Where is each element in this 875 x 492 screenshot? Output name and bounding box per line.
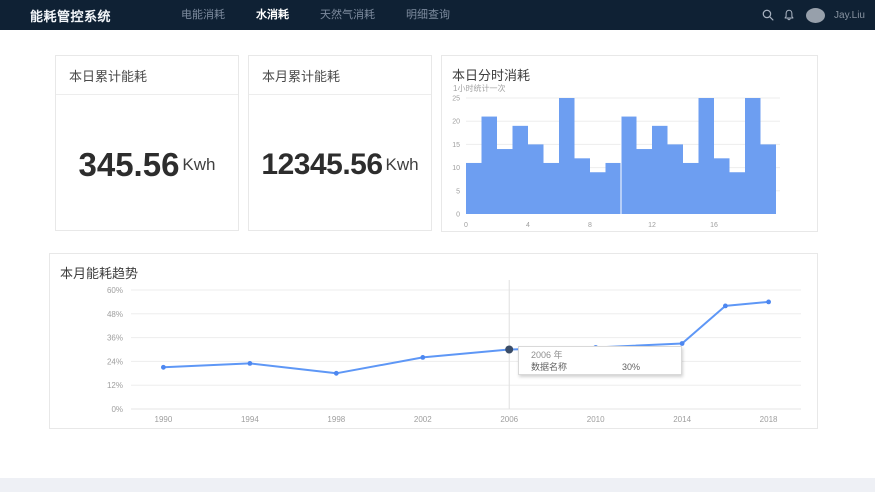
top-navbar: 能耗管控系统 电能消耗 水消耗 天然气消耗 明细查询 Jay.Liu xyxy=(0,0,875,30)
month-energy-unit: Kwh xyxy=(386,155,419,175)
nav-item-detail-query[interactable]: 明细查询 xyxy=(406,0,450,30)
data-point[interactable] xyxy=(420,355,425,360)
axis-label: 0 xyxy=(456,212,460,219)
main-nav: 电能消耗 水消耗 天然气消耗 明细查询 xyxy=(181,0,450,30)
axis-label: 15 xyxy=(452,142,460,149)
axis-label: 1994 xyxy=(241,415,259,424)
bar[interactable] xyxy=(513,126,529,214)
axis-label: 0% xyxy=(111,405,123,414)
bar[interactable] xyxy=(590,172,606,214)
tooltip-series-name: 数据名称 xyxy=(531,361,622,373)
axis-label: 2006 xyxy=(500,415,518,424)
month-energy-card-title: 本月累计能耗 xyxy=(249,56,431,95)
bar[interactable] xyxy=(621,117,637,214)
hourly-consumption-card: 本日分时消耗 1小时统计一次 05101520250481216 xyxy=(441,55,818,232)
data-point[interactable] xyxy=(334,371,339,376)
bar[interactable] xyxy=(482,117,498,214)
axis-label: 2010 xyxy=(587,415,605,424)
bar[interactable] xyxy=(466,163,482,214)
axis-label: 2018 xyxy=(760,415,778,424)
bar[interactable] xyxy=(497,149,513,214)
bar[interactable] xyxy=(637,149,653,214)
today-energy-card-title: 本日累计能耗 xyxy=(56,56,238,95)
axis-label: 12 xyxy=(648,222,656,229)
axis-label: 24% xyxy=(107,357,123,366)
today-energy-card: 本日累计能耗 345.56 Kwh xyxy=(55,55,239,231)
axis-label: 16 xyxy=(710,222,718,229)
search-icon[interactable] xyxy=(761,8,775,22)
axis-label: 60% xyxy=(107,286,123,295)
bar[interactable] xyxy=(730,172,746,214)
nav-item-water[interactable]: 水消耗 xyxy=(256,0,289,30)
avatar[interactable] xyxy=(806,8,825,23)
bar[interactable] xyxy=(544,163,560,214)
nav-item-gas[interactable]: 天然气消耗 xyxy=(320,0,375,30)
username: Jay.Liu xyxy=(834,10,865,21)
data-point[interactable] xyxy=(161,365,166,370)
axis-label: 1990 xyxy=(155,415,173,424)
bar[interactable] xyxy=(699,98,715,214)
axis-label: 4 xyxy=(526,222,530,229)
app-title: 能耗管控系统 xyxy=(30,6,111,25)
today-energy-value-wrap: 345.56 Kwh xyxy=(56,95,238,234)
month-energy-value-wrap: 12345.56 Kwh xyxy=(249,95,431,234)
hourly-bar-chart[interactable]: 0 5 10 15 20 25 0 4 8 12 16 xyxy=(442,56,817,231)
today-energy-value: 345.56 xyxy=(78,146,179,184)
bar[interactable] xyxy=(761,144,777,214)
bar[interactable] xyxy=(559,98,575,214)
axis-label: 12% xyxy=(107,381,123,390)
data-point-highlighted[interactable] xyxy=(505,346,513,354)
monthly-trend-chart[interactable]: 0% 12% 24% 36% 48% 60% 1990 1994 1998 2002 2006 201… xyxy=(50,254,817,428)
tooltip-year: 2006 年 xyxy=(531,350,681,361)
data-point[interactable] xyxy=(248,361,253,366)
bar[interactable] xyxy=(714,158,730,214)
bell-icon[interactable] xyxy=(782,8,796,22)
axis-label: 48% xyxy=(107,310,123,319)
nav-item-electricity[interactable]: 电能消耗 xyxy=(181,0,225,30)
bar[interactable] xyxy=(668,144,684,214)
chart-tooltip: 2006 年 数据名称 30% xyxy=(518,346,682,375)
axis-label: 0 xyxy=(464,222,468,229)
tooltip-value: 30% xyxy=(622,361,640,373)
axis-label: 2014 xyxy=(673,415,691,424)
month-energy-card: 本月累计能耗 12345.56 Kwh xyxy=(248,55,432,231)
dashboard: 本日累计能耗 345.56 Kwh 本月累计能耗 12345.56 Kwh 本日… xyxy=(0,30,875,478)
month-energy-value: 12345.56 xyxy=(261,148,382,182)
bar[interactable] xyxy=(575,158,591,214)
axis-label: 10 xyxy=(452,165,460,172)
axis-label: 20 xyxy=(452,119,460,126)
data-point[interactable] xyxy=(766,300,771,305)
bar[interactable] xyxy=(606,163,622,214)
axis-label: 8 xyxy=(588,222,592,229)
data-point[interactable] xyxy=(723,304,728,309)
bar[interactable] xyxy=(528,144,544,214)
today-energy-unit: Kwh xyxy=(182,155,215,175)
bar[interactable] xyxy=(745,98,761,214)
axis-label: 2002 xyxy=(414,415,432,424)
axis-label: 1998 xyxy=(327,415,345,424)
bar[interactable] xyxy=(652,126,668,214)
axis-label: 25 xyxy=(452,96,460,103)
navbar-right: Jay.Liu xyxy=(761,8,865,23)
axis-label: 36% xyxy=(107,334,123,343)
bar-separator xyxy=(621,117,622,214)
monthly-trend-card: 本月能耗趋势 0%12%24%36%48%60%1990199419982002… xyxy=(49,253,818,429)
bar[interactable] xyxy=(683,163,699,214)
axis-label: 5 xyxy=(456,188,460,195)
